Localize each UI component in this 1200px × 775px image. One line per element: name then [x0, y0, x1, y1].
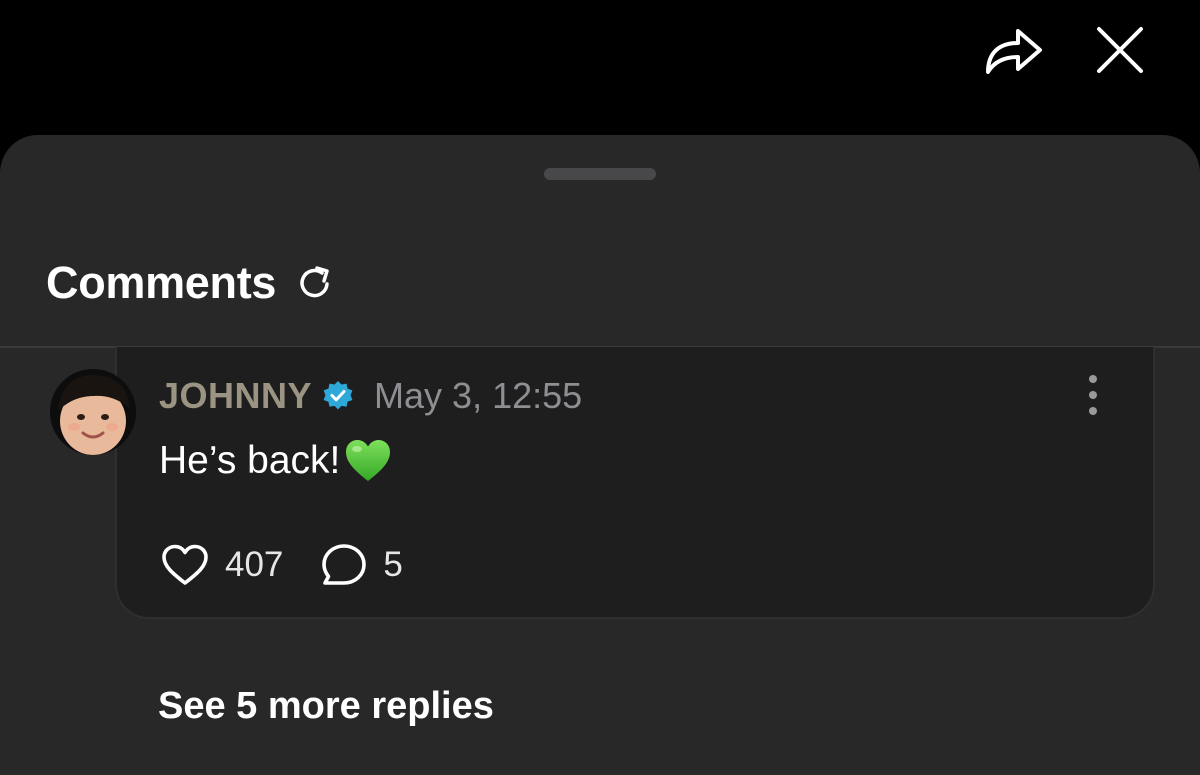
see-more-replies-button[interactable]: See 5 more replies — [158, 685, 494, 728]
close-button[interactable] — [1088, 18, 1152, 82]
share-button[interactable] — [980, 18, 1044, 82]
page-title: Comments — [46, 257, 277, 308]
comments-sheet: Comments JOHNNY May 3, 12:55 He’s back! — [0, 135, 1200, 775]
comment-actions: 407 5 — [161, 543, 403, 587]
like-button[interactable]: 407 — [161, 543, 283, 587]
speech-bubble-icon — [322, 544, 367, 585]
avatar[interactable] — [50, 369, 136, 455]
green-heart-emoji — [344, 437, 392, 485]
comment-text: He’s back! — [159, 439, 341, 482]
username[interactable]: JOHNNY — [159, 375, 312, 417]
more-vertical-icon[interactable] — [1083, 375, 1103, 415]
reply-button[interactable]: 5 — [321, 543, 403, 587]
top-bar — [0, 0, 1200, 135]
refresh-icon[interactable] — [296, 264, 334, 302]
comment-card: JOHNNY May 3, 12:55 He’s back! 407 5 — [115, 347, 1155, 619]
sheet-drag-handle[interactable] — [544, 168, 656, 180]
comment-timestamp: May 3, 12:55 — [374, 375, 583, 416]
share-arrow-icon — [986, 29, 1042, 74]
heart-icon — [162, 544, 208, 585]
comment-body: He’s back! — [159, 437, 392, 485]
like-count: 407 — [225, 545, 284, 584]
reply-count: 5 — [383, 545, 403, 584]
close-icon — [1097, 27, 1143, 73]
verified-badge-icon — [322, 380, 354, 412]
comment-meta: JOHNNY May 3, 12:55 — [159, 375, 582, 417]
comments-header: Comments — [46, 257, 334, 309]
